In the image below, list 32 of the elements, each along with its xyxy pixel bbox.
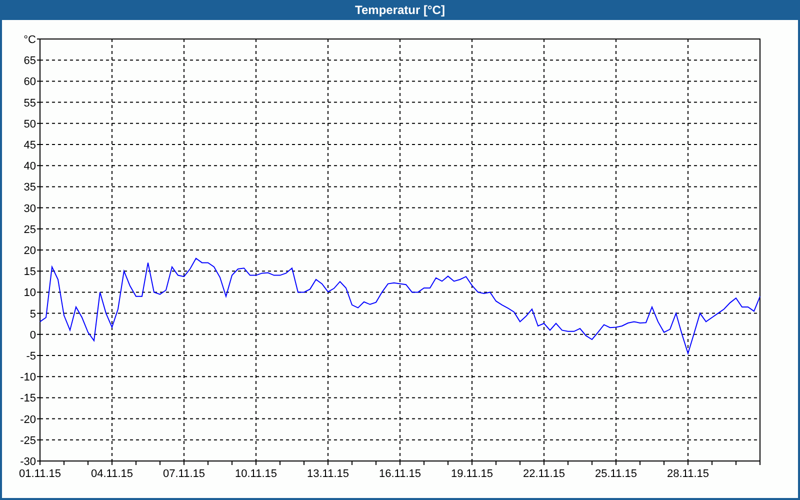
- axis-label: 30: [24, 202, 36, 215]
- axis-label: 45: [24, 140, 36, 152]
- axis-label: -25: [20, 434, 36, 447]
- axis-label: 50: [24, 118, 36, 130]
- axis-label: 10.11.15: [235, 468, 277, 480]
- axis-label: 25.11.15: [595, 468, 637, 480]
- axis-label: 40: [24, 160, 36, 173]
- axis-label: 35: [24, 182, 36, 194]
- axis-label: °C: [24, 34, 36, 46]
- axis-label: -30: [20, 456, 36, 468]
- axis-label: 20: [24, 245, 36, 257]
- axis-label: 10: [24, 287, 36, 300]
- axis-label: -20: [20, 414, 36, 426]
- axis-label: 13.11.15: [307, 468, 349, 480]
- axis-label: 25: [24, 224, 36, 236]
- axis-label: 0: [30, 329, 36, 342]
- axis-label: 01.11.15: [19, 468, 61, 480]
- axis-label: 55: [24, 97, 36, 110]
- axis-label: 65: [24, 55, 36, 68]
- axis-label: 07.11.15: [163, 468, 205, 480]
- axis-label: -10: [20, 372, 36, 384]
- axis-label: -5: [26, 350, 36, 362]
- axis-label: 22.11.15: [523, 468, 565, 480]
- axis-label: 28.11.15: [667, 468, 709, 480]
- axis-label: 60: [24, 76, 36, 88]
- axis-label: -15: [20, 392, 36, 405]
- window-title: Temperatur [°C]: [0, 0, 800, 20]
- axis-label: 15: [24, 266, 36, 278]
- axis-label: 16.11.15: [379, 468, 421, 480]
- axis-label: 04.11.15: [91, 468, 133, 480]
- axis-label: 19.11.15: [451, 468, 493, 480]
- axis-label: 5: [30, 308, 36, 320]
